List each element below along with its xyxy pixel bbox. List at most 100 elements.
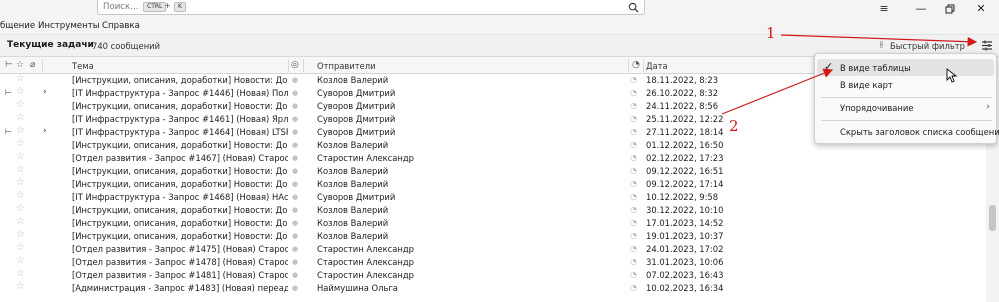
read-status-icon[interactable]: ● (292, 219, 300, 227)
read-column-icon[interactable]: ◎ (291, 60, 299, 70)
star-icon[interactable]: ☆ (16, 190, 28, 201)
read-status-icon[interactable]: ● (292, 245, 300, 253)
search-field[interactable]: Поиск... CTRL + K (97, 0, 645, 15)
junk-status-icon: ◔ (630, 75, 637, 84)
message-row[interactable]: ☆ [Инструкции, описания, доработки] Новос… (0, 164, 986, 178)
quick-filter-button[interactable]: Быстрый фильтр (890, 41, 965, 51)
read-status-icon[interactable]: ● (292, 128, 300, 136)
read-status-icon[interactable]: ● (292, 76, 300, 84)
star-icon[interactable]: ☆ (16, 112, 28, 123)
junk-status-icon: ◔ (630, 205, 637, 214)
expand-thread-icon[interactable]: › (43, 87, 53, 97)
star-icon[interactable]: ☆ (16, 86, 28, 97)
date-column-header[interactable]: Дата (646, 61, 668, 71)
star-icon[interactable]: ☆ (16, 99, 28, 110)
message-date: 01.12.2022, 16:50 (646, 140, 724, 150)
menu-item-table-view[interactable]: ✓ В виде таблицы (817, 59, 994, 76)
menu-help[interactable]: Справка (102, 21, 140, 31)
menu-item-cards-view[interactable]: В виде карт (817, 76, 994, 93)
read-status-icon[interactable]: ● (292, 89, 300, 97)
message-subject: [Инструкции, описания, доработки] Новост… (72, 205, 288, 215)
menu-item-sorting[interactable]: Упорядочивание › (817, 99, 994, 116)
message-row[interactable]: ☆ [Отдел развития - Запрос #1467] (Новая)… (0, 151, 986, 165)
message-date: 10.12.2022, 9:58 (646, 192, 719, 202)
menu-message[interactable]: бщение (0, 21, 35, 31)
star-icon[interactable]: ☆ (16, 268, 28, 279)
star-icon[interactable]: ☆ (16, 281, 28, 292)
star-icon[interactable]: ☆ (16, 151, 28, 162)
message-subject: [Отдел развития - Запрос #1467] (Новая) … (72, 153, 288, 163)
read-status-icon[interactable]: ● (292, 167, 300, 175)
message-sender: Суворов Дмитрий (317, 101, 396, 111)
star-icon[interactable]: ☆ (16, 73, 28, 84)
message-row[interactable]: ☆ [Инструкции, описания, доработки] Новос… (0, 229, 986, 243)
star-icon[interactable]: ☆ (16, 177, 28, 188)
read-status-icon[interactable]: ● (292, 115, 300, 123)
read-status-icon[interactable]: ● (292, 141, 300, 149)
expand-thread-icon[interactable]: › (43, 126, 53, 136)
message-sender: Суворов Дмитрий (317, 192, 396, 202)
menu-item-hide-header[interactable]: Скрыть заголовок списка сообщений (817, 123, 999, 140)
quick-filter-icon[interactable]: ⫲ (880, 40, 883, 50)
close-icon[interactable]: ✕ (968, 0, 994, 17)
star-icon[interactable]: ☆ (16, 242, 28, 253)
check-icon: ✓ (824, 60, 834, 73)
star-icon[interactable]: ☆ (16, 216, 28, 227)
message-row[interactable]: ☆ [Отдел развития - Запрос #1478] (Новая)… (0, 255, 986, 269)
chevron-right-icon: › (986, 102, 990, 112)
star-icon[interactable]: ☆ (16, 229, 28, 240)
junk-status-icon: ◔ (630, 88, 637, 97)
message-sender: Козлов Валерий (317, 231, 389, 241)
star-icon[interactable]: ☆ (16, 164, 28, 175)
subject-column-header[interactable]: Тема (72, 61, 94, 71)
message-row[interactable]: ☆ [Инструкции, описания, доработки] Новос… (0, 177, 986, 191)
message-date: 09.12.2022, 17:14 (646, 179, 724, 189)
message-row[interactable]: ☆ [Инструкции, описания, доработки] Новос… (0, 203, 986, 217)
read-status-icon[interactable]: ● (292, 206, 300, 214)
message-sender: Суворов Дмитрий (317, 114, 396, 124)
message-date: 27.11.2022, 18:14 (646, 127, 724, 137)
junk-column-icon[interactable]: ◔ (632, 60, 640, 70)
star-icon[interactable]: ☆ (16, 203, 28, 214)
read-status-icon[interactable]: ● (292, 154, 300, 162)
annotation-label-1: 1 (766, 24, 776, 42)
app-menu-icon[interactable]: ≡ (871, 0, 897, 17)
read-status-icon[interactable]: ● (292, 271, 300, 279)
thread-toggle-icon: ⊢ (5, 88, 12, 97)
menu-bar: бщение Инструменты Справка (0, 18, 999, 35)
attachment-column-icon[interactable]: ⌀ (30, 60, 35, 70)
display-options-icon[interactable] (980, 39, 994, 52)
junk-status-icon: ◔ (630, 166, 637, 175)
junk-status-icon: ◔ (630, 231, 637, 240)
message-date: 07.02.2023, 16:43 (646, 270, 724, 280)
read-status-icon[interactable]: ● (292, 232, 300, 240)
thread-column-icon[interactable]: ⊢ (5, 60, 13, 70)
read-status-icon[interactable]: ● (292, 258, 300, 266)
junk-status-icon: ◔ (630, 179, 637, 188)
message-row[interactable]: ☆ [IT Инфраструктура - Запрос #1468] (Нов… (0, 190, 986, 204)
message-row[interactable]: ☆ [Инструкции, описания, доработки] Новос… (0, 216, 986, 230)
message-date: 10.02.2023, 16:34 (646, 283, 724, 293)
from-column-header[interactable]: Отправители (317, 61, 376, 71)
read-status-icon[interactable]: ● (292, 193, 300, 201)
read-status-icon[interactable]: ● (292, 180, 300, 188)
message-date: 19.01.2023, 10:37 (646, 231, 724, 241)
message-row[interactable]: ☆ [Отдел развития - Запрос #1475] (Новая)… (0, 242, 986, 256)
minimize-icon[interactable]: — (908, 0, 934, 17)
menu-tools[interactable]: Инструменты (38, 21, 100, 31)
search-icon[interactable] (628, 2, 639, 13)
message-row[interactable]: ☆ [Администрация - Запрос #1483] (Новая) … (0, 281, 986, 295)
read-status-icon[interactable]: ● (292, 102, 300, 110)
read-status-icon[interactable]: ● (292, 284, 300, 292)
star-icon[interactable]: ☆ (16, 125, 28, 136)
message-sender: Старостин Александр (317, 244, 414, 254)
message-date: 25.11.2022, 12:22 (646, 114, 724, 124)
message-date: 02.12.2022, 17:23 (646, 153, 724, 163)
star-icon[interactable]: ☆ (16, 138, 28, 149)
star-column-icon[interactable]: ☆ (16, 60, 24, 70)
scrollbar-thumb[interactable] (989, 205, 996, 231)
message-subject: [Инструкции, описания, доработки] Новост… (72, 101, 288, 111)
restore-icon[interactable] (937, 0, 963, 17)
message-row[interactable]: ☆ [Отдел развития - Запрос #1481] (Новая)… (0, 268, 986, 282)
star-icon[interactable]: ☆ (16, 255, 28, 266)
